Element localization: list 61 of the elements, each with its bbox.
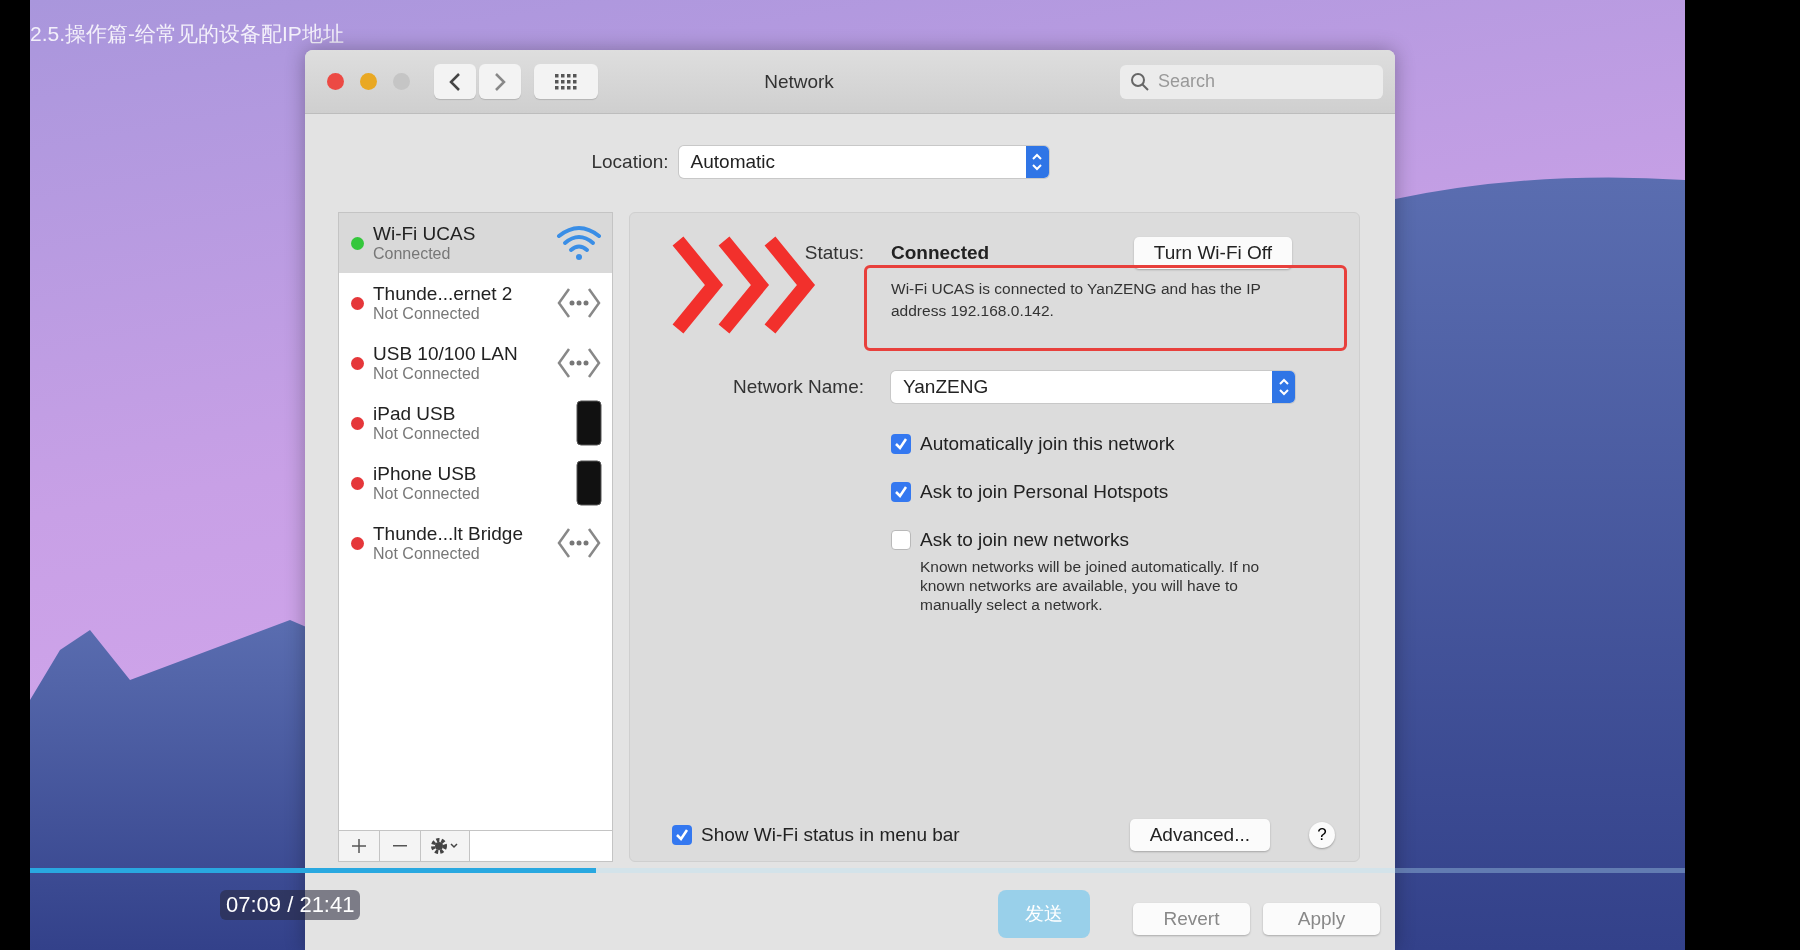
search-icon — [1130, 71, 1150, 92]
status-value: Connected — [891, 242, 990, 264]
option-label: Show Wi-Fi status in menu bar — [701, 824, 960, 846]
revert-button[interactable]: Revert — [1133, 903, 1250, 935]
status-description: Wi-Fi UCAS is connected to YanZENG and has the IP address 192.168.0.142. — [891, 279, 1262, 321]
network-name-popup[interactable]: YanZENG — [891, 371, 1295, 403]
note-text: Known networks will be joined automatically. If no known networks are available, you will have to manually select a network. — [920, 557, 1261, 614]
video-title: 2.5.操作篇-给常见的设备配IP地址 — [30, 21, 344, 47]
back-button[interactable] — [434, 64, 476, 99]
service-item[interactable]: USB 10/100 LAN Not Connected — [339, 333, 612, 393]
location-popup[interactable]: Automatic — [678, 146, 1049, 178]
add-button[interactable] — [339, 831, 380, 861]
service-name: iPhone USB — [373, 463, 478, 485]
service-status: Not Connected — [373, 305, 481, 323]
wifi-icon — [556, 224, 602, 262]
service-name: Thunde...ernet 2 — [373, 283, 514, 305]
phone-icon — [576, 460, 602, 506]
window-title: Network — [763, 70, 835, 93]
service-status: Not Connected — [373, 425, 481, 443]
up-down-arrows-icon — [1031, 152, 1044, 172]
checkbox[interactable] — [891, 530, 911, 550]
service-status: Connected — [373, 245, 452, 263]
service-status: Not Connected — [373, 545, 481, 563]
service-item[interactable]: Wi-Fi UCAS Connected — [339, 213, 612, 273]
back-chevron-icon — [449, 71, 461, 92]
network-name-label: Network Name: — [732, 376, 864, 398]
ethernet-icon — [556, 346, 602, 380]
grid-button[interactable] — [534, 64, 598, 99]
service-name: Thunde...lt Bridge — [373, 523, 524, 545]
gear-icon — [430, 837, 460, 855]
service-status: Not Connected — [373, 365, 481, 383]
forward-chevron-icon — [494, 71, 506, 92]
plus-icon — [351, 838, 367, 854]
service-status: Not Connected — [373, 485, 481, 503]
checkbox[interactable] — [891, 434, 911, 454]
video-progress-bar[interactable] — [30, 868, 1685, 873]
ethernet-icon — [556, 286, 602, 320]
close-button[interactable] — [327, 73, 344, 90]
dot-grid-icon — [555, 73, 577, 90]
service-name: Wi-Fi UCAS — [373, 223, 477, 245]
settings-button[interactable] — [421, 831, 470, 861]
service-item[interactable]: Thunde...lt Bridge Not Connected — [339, 513, 612, 573]
service-name: iPad USB — [373, 403, 457, 425]
minus-icon — [393, 845, 407, 847]
location-label: Location: — [591, 151, 669, 173]
service-item[interactable]: iPhone USB Not Connected — [339, 453, 612, 513]
phone-icon — [576, 400, 602, 446]
option-label: Automatically join this network — [920, 433, 1175, 455]
service-item[interactable]: iPad USB Not Connected — [339, 393, 612, 453]
service-name: USB 10/100 LAN — [373, 343, 519, 365]
option-label: Ask to join Personal Hotspots — [920, 481, 1169, 503]
checkbox[interactable] — [891, 482, 911, 502]
search-field[interactable]: Search — [1120, 64, 1383, 99]
option-label: Ask to join new networks — [920, 529, 1130, 551]
ethernet-icon — [556, 526, 602, 560]
checkbox[interactable] — [672, 825, 692, 845]
status-label: Status: — [803, 242, 864, 264]
service-item[interactable]: Thunde...ernet 2 Not Connected — [339, 273, 612, 333]
advanced-button[interactable]: Advanced... — [1129, 819, 1270, 851]
up-down-arrows-icon — [1277, 377, 1290, 397]
help-button[interactable]: ? — [1309, 822, 1335, 848]
